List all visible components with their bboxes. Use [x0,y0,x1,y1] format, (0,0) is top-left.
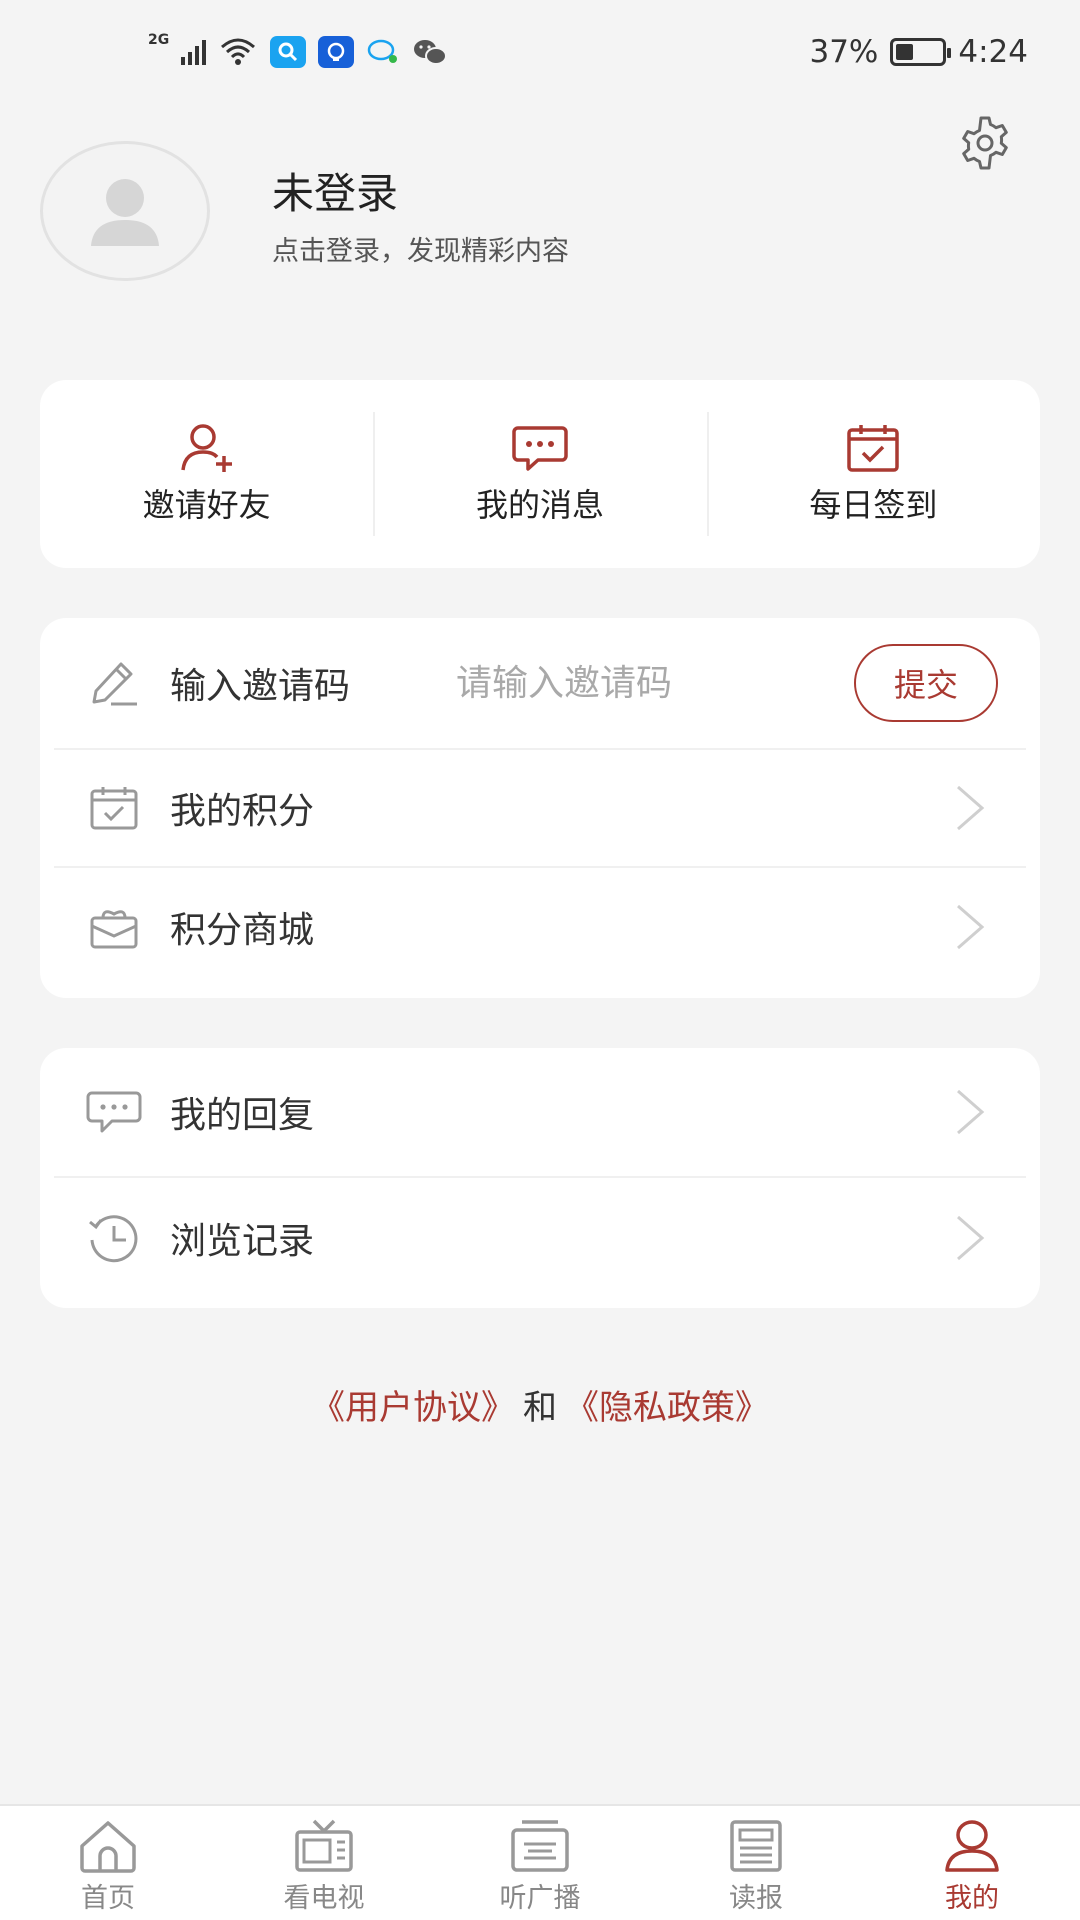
gift-box-icon [86,899,142,955]
my-replies-label: 我的回复 [170,1095,315,1136]
pencil-icon [86,655,142,711]
submit-button[interactable]: 提交 [854,644,998,722]
browse-history-row[interactable]: 浏览记录 [54,1178,1026,1298]
daily-checkin-button[interactable]: 每日签到 [706,380,1040,568]
quick-action-label: 每日签到 [809,486,938,524]
status-bar: 2G 37% 4:24 [0,0,1080,110]
nav-newspaper[interactable]: 读报 [648,1806,864,1920]
legal-and-text: 和 [523,1388,557,1428]
invite-friends-button[interactable]: 邀请好友 [40,380,373,568]
wechat-icon [414,40,448,65]
profile-subtitle[interactable]: 点击登录，发现精彩内容 [272,229,569,268]
browser-app-icon [318,36,355,68]
calendar-check-icon [847,425,900,472]
status-left: 2G [148,32,448,68]
nav-label: 听广播 [499,1883,581,1914]
wifi-icon [221,38,256,65]
history-icon [86,1210,142,1266]
my-replies-row[interactable]: 我的回复 [54,1048,1026,1178]
battery-percent: 37% [809,34,879,70]
newspaper-icon [730,1820,782,1872]
chevron-right-icon [957,785,985,831]
invite-code-row: 输入邀请码 提交 [54,618,1026,750]
browse-history-label: 浏览记录 [170,1221,315,1262]
history-menu-card: 我的回复 浏览记录 [40,1048,1040,1308]
legal-links: 《用户协议》和《隐私政策》 [0,1380,1080,1429]
user-agreement-link[interactable]: 《用户协议》 [311,1388,515,1428]
radio-icon [511,1820,569,1872]
invite-code-input[interactable] [456,662,836,704]
avatar[interactable] [40,141,210,281]
bottom-nav: 首页 看电视 听广播 读报 我的 [0,1804,1080,1920]
my-points-label: 我的积分 [170,791,315,832]
nav-home[interactable]: 首页 [0,1806,216,1920]
profile-name[interactable]: 未登录 [272,160,398,221]
nav-mine[interactable]: 我的 [864,1806,1080,1920]
user-icon [945,1820,999,1872]
nav-label: 首页 [81,1883,135,1914]
my-points-row[interactable]: 我的积分 [54,750,1026,868]
my-messages-button[interactable]: 我的消息 [373,380,706,568]
nav-label: 我的 [945,1883,999,1914]
chevron-right-icon [957,1089,985,1135]
network-type: 2G [148,32,170,48]
gear-icon[interactable] [954,112,1016,174]
quick-action-label: 邀请好友 [142,486,271,524]
search-app-icon [270,36,307,68]
clock: 4:24 [958,34,1028,70]
quick-action-label: 我的消息 [475,486,604,524]
default-avatar-icon [91,179,159,246]
chevron-right-icon [957,1215,985,1261]
nav-radio[interactable]: 听广播 [432,1806,648,1920]
comment-icon [86,1084,142,1140]
status-right: 37% 4:24 [809,34,1028,70]
quick-actions-card: 邀请好友 我的消息 每日签到 [40,380,1040,568]
battery-level [896,44,913,60]
battery-icon [890,38,952,66]
nav-label: 读报 [729,1883,783,1914]
invite-code-label: 输入邀请码 [170,666,351,707]
message-icon [512,426,568,471]
points-mall-label: 积分商城 [170,910,315,951]
privacy-policy-link[interactable]: 《隐私政策》 [565,1388,769,1428]
nav-label: 看电视 [283,1883,365,1914]
points-menu-card: 输入邀请码 提交 我的积分 积分商城 [40,618,1040,998]
chevron-right-icon [957,904,985,950]
calendar-check-icon [86,780,142,836]
home-icon [80,1821,136,1873]
tv-icon [295,1819,353,1872]
add-user-icon [180,424,232,472]
points-mall-row[interactable]: 积分商城 [54,868,1026,986]
chat-bubble-app-icon [367,39,398,63]
signal-icon [181,39,207,65]
nav-tv[interactable]: 看电视 [216,1806,432,1920]
